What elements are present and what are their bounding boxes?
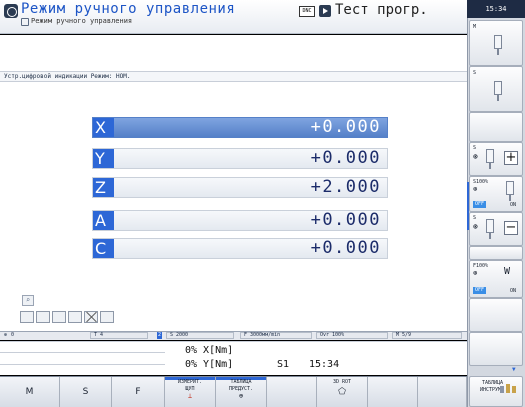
- cross-box-icon: [84, 311, 98, 323]
- manual-mode-icon: [4, 4, 18, 18]
- spindle-plus-label: S: [473, 145, 477, 151]
- right-btn-empty-4[interactable]: [469, 332, 523, 366]
- softkey-touch-probe[interactable]: ИЗМЕРИТ. ЩУП ⊥: [165, 377, 216, 407]
- override: Ovr 100%: [320, 332, 345, 338]
- axis-row-c[interactable]: C +0.000: [92, 238, 388, 259]
- right-btn-m-label: M: [473, 24, 477, 30]
- axis-letter: X: [93, 118, 114, 137]
- mode-subtitle: Режим ручного управления: [31, 17, 133, 25]
- axis-row-z[interactable]: Z +2.000: [92, 177, 388, 198]
- softkey-preset-label-1: ТАБЛИЦА: [230, 379, 252, 385]
- clock: 15:34: [467, 0, 525, 18]
- spindle-flag: 2: [157, 332, 163, 339]
- preset-icon: ⊕: [238, 392, 244, 400]
- axis-row-a[interactable]: A +0.000: [92, 210, 388, 231]
- load-divider: [0, 352, 165, 353]
- spindle-icon: [486, 149, 494, 169]
- softkey-s[interactable]: S: [60, 377, 112, 407]
- program-symbol-icon: ⌕: [22, 295, 34, 306]
- status-box-3: [52, 311, 66, 323]
- right-btn-s[interactable]: S: [469, 66, 523, 112]
- softkey-probe-label-1: ИЗМЕРИТ.: [177, 379, 203, 385]
- feed-rate: F 3000мм/min: [244, 332, 281, 338]
- m-function-icon: [494, 35, 502, 55]
- s100-on-label: ON: [510, 202, 517, 208]
- load-display: [0, 341, 467, 375]
- right-btn-s100[interactable]: S100% ⊛ OFF ON: [469, 176, 523, 212]
- tool-icon: [512, 386, 516, 393]
- plane-icon: ⬠: [338, 387, 346, 397]
- axis-letter: Y: [93, 149, 114, 168]
- softkey-m[interactable]: M: [0, 377, 60, 407]
- override-rotate-icon: ⊛: [473, 185, 478, 193]
- right-btn-empty-3[interactable]: [469, 298, 523, 332]
- feed-rotate-icon: ⊛: [473, 269, 478, 277]
- f100-on-label: ON: [510, 288, 517, 294]
- axis-row-x[interactable]: X +0.000: [92, 117, 388, 138]
- status-box-1: [20, 311, 34, 323]
- status-box-4: [68, 311, 82, 323]
- tool-index-icon: ⊕: [4, 332, 8, 338]
- mode-title: Режим ручного управления: [21, 1, 236, 17]
- softkey-empty-2[interactable]: [368, 377, 418, 407]
- tool-index: 0: [11, 332, 15, 338]
- softkey-rot-label: 3D ROT: [332, 379, 352, 385]
- axis-letter: Z: [93, 178, 114, 197]
- spindle-speed: S 2000: [170, 332, 189, 338]
- spindle-minus-label: S: [473, 215, 477, 221]
- plus-icon: +: [504, 150, 518, 165]
- right-btn-empty-1[interactable]: [469, 112, 523, 142]
- spindle-icon: [486, 219, 494, 239]
- right-btn-empty-2[interactable]: [469, 246, 523, 260]
- tool-number: T 4: [94, 332, 104, 338]
- axis-value: +0.000: [310, 117, 381, 137]
- spindle-rotate-icon: ⊛: [473, 222, 478, 231]
- f100-off-badge: OFF: [473, 287, 487, 294]
- right-btn-f100[interactable]: F100% ⊛ W OFF ON: [469, 260, 523, 298]
- display-mode-text: Устр.цифровой индикации Режим: НОМ.: [4, 73, 131, 80]
- axis-letter: C: [93, 239, 114, 258]
- s100-off-badge: OFF: [473, 201, 487, 208]
- axis-row-y[interactable]: Y +0.000: [92, 148, 388, 169]
- right-btn-spindle-plus[interactable]: S ⊛ +: [469, 142, 523, 176]
- right-btn-s-label: S: [473, 70, 477, 76]
- spindle-icon: [494, 81, 502, 101]
- axis-value: +0.000: [310, 210, 381, 230]
- spindle-label: S1: [277, 359, 290, 370]
- spindle-icon: [506, 181, 514, 201]
- tool-icon: [506, 384, 510, 393]
- softkey-preset-table[interactable]: ТАБЛИЦА ПРЕДУСТ. ⊕: [216, 377, 267, 407]
- softkey-3d-rot[interactable]: 3D ROT ⬠: [317, 377, 368, 407]
- load-y: 0% Y[Nm]: [185, 359, 234, 370]
- time-display: 15:34: [309, 359, 340, 370]
- status-box-6: [100, 311, 114, 323]
- m-functions: M 5/9: [396, 332, 412, 338]
- load-divider: [0, 364, 165, 365]
- softkey-f[interactable]: F: [112, 377, 165, 407]
- program-mode-title[interactable]: Тест прогр.: [335, 2, 428, 18]
- right-btn-m[interactable]: M: [469, 20, 523, 66]
- tool-icon: [500, 386, 504, 393]
- scroll-down-icon[interactable]: ▼: [512, 366, 516, 373]
- submode-icon: [21, 18, 29, 26]
- axis-letter: A: [93, 211, 114, 230]
- softkey-empty-3[interactable]: [418, 377, 467, 407]
- touch-probe-icon: ⊥: [187, 392, 193, 400]
- feed-wave-icon: W: [504, 266, 511, 277]
- softkey-empty-1[interactable]: [267, 377, 317, 407]
- dnc-badge: DNC: [299, 6, 315, 17]
- axis-value: +0.000: [310, 238, 381, 258]
- status-box-2: [36, 311, 50, 323]
- program-test-icon[interactable]: [319, 5, 331, 17]
- axis-value: +0.000: [310, 148, 381, 168]
- axis-value: +2.000: [310, 177, 381, 197]
- minus-icon: −: [504, 220, 518, 235]
- spindle-rotate-icon: ⊛: [473, 152, 478, 161]
- load-x: 0% X[Nm]: [185, 345, 234, 356]
- right-btn-spindle-minus[interactable]: S ⊛ −: [469, 212, 523, 246]
